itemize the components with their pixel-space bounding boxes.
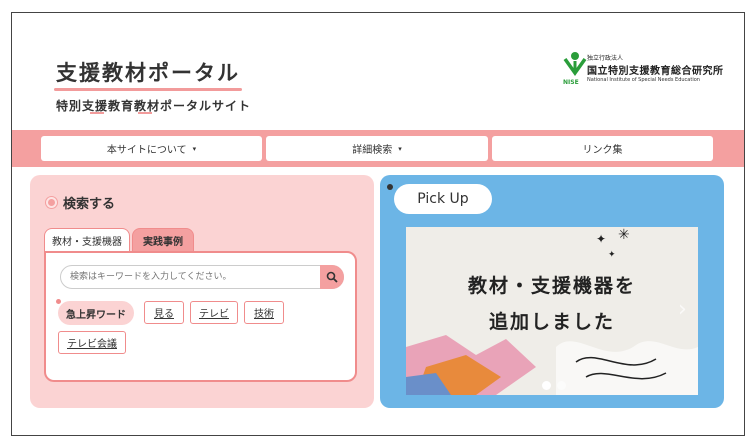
bullet-icon — [46, 197, 57, 208]
subtitle-mark — [138, 112, 152, 114]
search-icon — [326, 271, 338, 283]
nav-advanced-search-label: 詳細検索 — [352, 145, 393, 156]
slide-dot[interactable] — [557, 381, 566, 390]
org-logo-text[interactable]: 独立行政法人 国立特別支援教育総合研究所 National Institute … — [587, 53, 724, 83]
page-frame: 支援教材ポータル 特別支援教育教材ポータルサイト NISE 独立行政法人 国立特… — [11, 12, 745, 436]
org-abbr: NISE — [563, 79, 579, 86]
search-heading-label: 検索する — [63, 197, 116, 212]
pickup-panel: Pick Up ✦ ✳ ✦ 教材・支援機器を 追加しました › — [380, 175, 724, 408]
subtitle-mark — [90, 112, 104, 114]
nav-links-label: リンク集 — [582, 145, 623, 156]
search-button[interactable] — [320, 265, 344, 289]
site-title[interactable]: 支援教材ポータル — [56, 57, 240, 87]
org-name: 国立特別支援教育総合研究所 — [587, 66, 724, 77]
pickup-banner[interactable]: ✦ ✳ ✦ 教材・支援機器を 追加しました › — [406, 227, 698, 395]
org-type: 独立行政法人 — [587, 55, 624, 62]
nav-advanced-search[interactable]: 詳細検索 ▾ — [266, 136, 488, 161]
nav-links[interactable]: リンク集 — [492, 136, 713, 161]
slide-dot[interactable] — [542, 381, 551, 390]
chevron-right-icon[interactable]: › — [678, 297, 687, 322]
search-heading: 検索する — [46, 193, 115, 212]
title-underline — [54, 88, 242, 91]
tab-materials-label: 教材・支援機器 — [52, 237, 122, 248]
banner-line-2: 追加しました — [488, 311, 615, 333]
keyword-link[interactable]: テレビ — [190, 301, 238, 324]
org-english: National Institute of Special Needs Educ… — [587, 77, 700, 83]
site-subtitle: 特別支援教育教材ポータルサイト — [56, 99, 252, 113]
svg-text:✳: ✳ — [618, 227, 630, 243]
tab-case-studies-label: 実践事例 — [143, 237, 183, 248]
search-input[interactable] — [60, 265, 344, 289]
nav-about-label: 本サイトについて — [106, 145, 187, 156]
search-panel: 検索する 教材・支援機器 実践事例 急上昇ワード 見る テレビ 技術 テレビ会議 — [30, 175, 374, 408]
chevron-down-icon: ▾ — [398, 144, 402, 153]
trending-words-label: 急上昇ワード — [56, 299, 134, 325]
svg-text:✦: ✦ — [596, 232, 606, 246]
keyword-link[interactable]: テレビ会議 — [58, 331, 126, 354]
pickup-label: Pick Up — [394, 184, 492, 214]
tab-case-studies[interactable]: 実践事例 — [132, 228, 194, 252]
slider-dots — [542, 381, 566, 390]
search-tab-body: 急上昇ワード 見る テレビ 技術 テレビ会議 — [44, 251, 357, 382]
svg-text:✦: ✦ — [608, 250, 616, 260]
keyword-link[interactable]: 技術 — [244, 301, 284, 324]
bullet-icon — [387, 184, 393, 190]
nise-logo-icon — [563, 52, 587, 77]
chevron-down-icon: ▾ — [192, 144, 197, 153]
keyword-link[interactable]: 見る — [144, 301, 184, 324]
nav-about[interactable]: 本サイトについて ▾ — [41, 136, 262, 161]
banner-line-1: 教材・支援機器を — [467, 275, 636, 297]
main-nav: 本サイトについて ▾ 詳細検索 ▾ リンク集 — [12, 130, 744, 167]
tab-materials[interactable]: 教材・支援機器 — [44, 228, 130, 252]
